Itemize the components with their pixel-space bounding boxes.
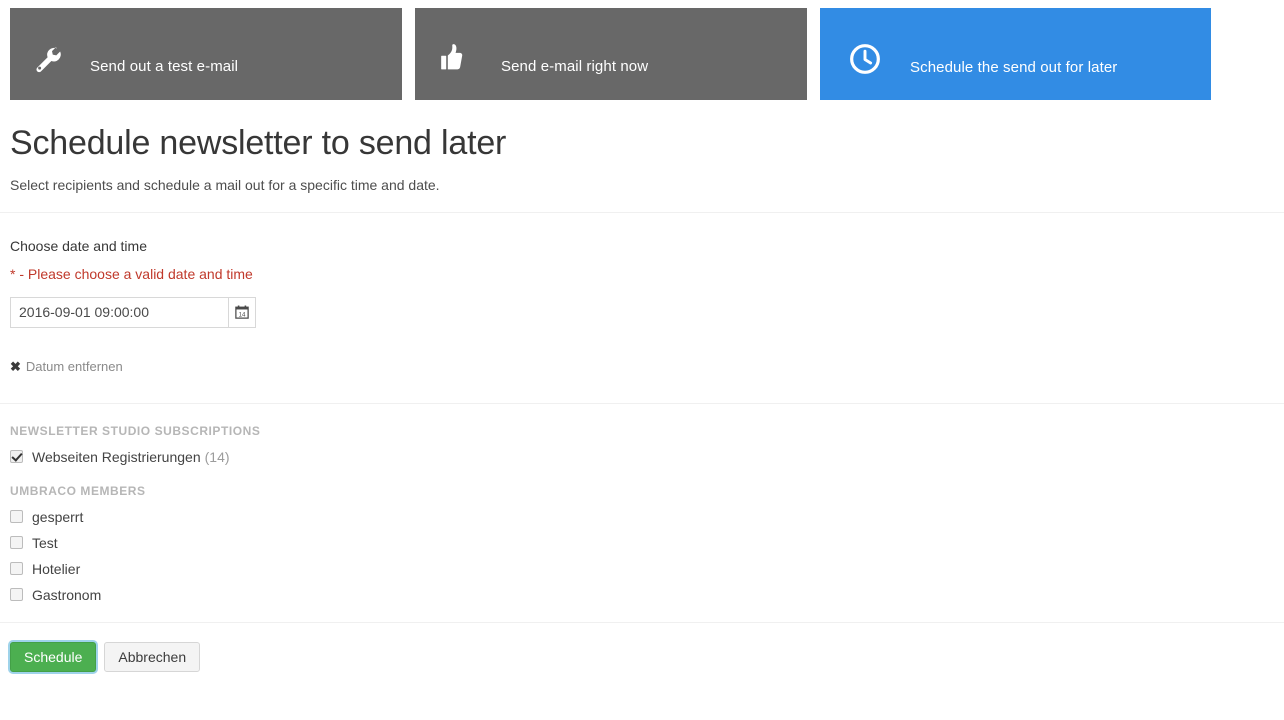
tile-label: Send e-mail right now [501,58,649,75]
divider [0,402,1284,404]
schedule-button[interactable]: Schedule [10,641,97,672]
date-input-group: 14 [10,296,256,328]
thumbs-up-icon [421,43,483,75]
list-item[interactable]: Webseiten Registrierungen (14) [10,450,1274,464]
tile-schedule-send-later[interactable]: Schedule the send out for later [820,8,1211,100]
date-field-label: Choose date and time [10,238,147,255]
calendar-icon-day: 14 [239,312,246,319]
checkbox[interactable] [10,510,23,524]
group-title-subscriptions: NEWSLETTER STUDIO SUBSCRIPTIONS [10,423,261,438]
list-item[interactable]: Hotelier [10,562,1274,576]
tile-send-test-email[interactable]: Send out a test e-mail [10,8,402,100]
recipient-groups-section: NEWSLETTER STUDIO SUBSCRIPTIONS Webseite… [0,424,1284,602]
action-tile-bar: Send out a test e-mail Send e-mail right… [0,0,1284,100]
checkbox[interactable] [10,562,23,576]
tile-send-email-now[interactable]: Send e-mail right now [415,8,807,100]
remove-date-label: Datum entfernen [25,358,123,374]
calendar-icon: 14 [235,305,249,319]
tile-label: Send out a test e-mail [90,58,239,75]
clock-icon [834,43,896,75]
list-item-label: gesperrt [32,508,84,525]
list-item[interactable]: Test [10,536,1274,550]
member-group-list: gesperrt Test Hotelier Gastronom [10,510,1274,602]
wrench-icon [16,44,78,74]
date-time-section: Choose date and time * - Please choose a… [0,237,1284,375]
list-item-label: Test [32,534,58,551]
list-item-label: Hotelier [32,560,81,577]
page-title: Schedule newsletter to send later [10,124,507,162]
cancel-button[interactable]: Abbrechen [104,641,201,672]
divider [0,212,1284,214]
list-item-label: Gastronom [32,586,102,603]
list-item[interactable]: Gastronom [10,588,1274,602]
close-icon: ✖ [10,358,21,374]
tile-label: Schedule the send out for later [910,59,1118,76]
checkbox[interactable] [10,588,23,602]
calendar-picker-button[interactable]: 14 [228,296,256,328]
list-item-label: Webseiten Registrierungen [32,448,201,465]
date-time-input[interactable] [10,296,228,328]
group-title-members: UMBRACO MEMBERS [10,483,146,498]
list-item[interactable]: gesperrt [10,510,1274,524]
page-subtitle: Select recipients and schedule a mail ou… [10,177,440,194]
subscription-list: Webseiten Registrierungen (14) [10,450,1274,464]
checkbox[interactable] [10,536,23,550]
date-validation-error: * - Please choose a valid date and time [10,266,253,283]
page-header: Schedule newsletter to send later Select… [0,100,1284,194]
remove-date-link[interactable]: ✖ Datum entfernen [10,360,123,373]
list-item-count: (14) [204,448,230,465]
form-actions: Schedule Abbrechen [0,623,1284,672]
checkbox[interactable] [10,450,23,464]
